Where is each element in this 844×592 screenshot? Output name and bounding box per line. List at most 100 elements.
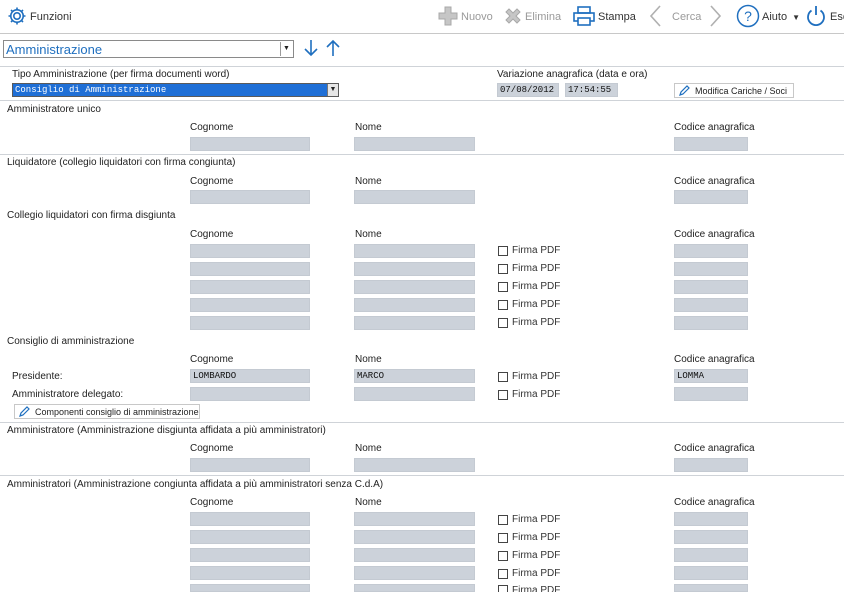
delegato-codice-field[interactable] [674, 387, 748, 401]
firma-pdf-checkbox[interactable]: Firma PDF [498, 263, 560, 274]
cognome-field[interactable] [190, 190, 310, 204]
nome-field[interactable] [354, 262, 475, 276]
firma-pdf-label: Firma PDF [512, 514, 561, 525]
cognome-field[interactable] [190, 244, 310, 258]
cognome-field[interactable] [190, 298, 310, 312]
nome-field[interactable] [354, 566, 475, 580]
codice-field[interactable] [674, 190, 748, 204]
esci-button[interactable]: Esc [804, 0, 844, 34]
checkbox-box[interactable] [498, 568, 508, 579]
power-icon [804, 4, 828, 31]
codice-field[interactable] [674, 458, 748, 472]
nome-field[interactable] [354, 190, 475, 204]
presidente-cognome-field[interactable]: LOMBARDO [190, 369, 310, 383]
nuovo-button[interactable]: Nuovo [437, 0, 493, 34]
checkbox-box[interactable] [498, 263, 508, 274]
nome-field[interactable] [354, 548, 475, 562]
firma-pdf-checkbox[interactable]: Firma PDF [498, 514, 560, 525]
tipo-select[interactable]: Consiglio di Amministrazione ▼ [12, 83, 339, 97]
checkbox-box[interactable] [498, 514, 508, 525]
checkbox-box[interactable] [498, 389, 508, 400]
codice-field[interactable] [674, 512, 748, 526]
elimina-button[interactable]: Elimina [503, 0, 561, 34]
delegato-nome-field[interactable] [354, 387, 475, 401]
modifica-cariche-button[interactable]: Modifica Cariche / Soci [674, 83, 794, 98]
divider [0, 66, 844, 67]
cognome-field[interactable] [190, 316, 310, 330]
cerca-button[interactable]: Cerca [648, 0, 723, 34]
cognome-field[interactable] [190, 262, 310, 276]
nome-field[interactable] [354, 458, 475, 472]
help-icon: ? [736, 4, 760, 31]
nome-field[interactable] [354, 316, 475, 330]
section-select[interactable]: Amministrazione ▼ [3, 40, 294, 58]
codice-field[interactable] [674, 262, 748, 276]
variazione-time-field[interactable]: 17:54:55 [565, 83, 618, 97]
cognome-field[interactable] [190, 137, 310, 151]
checkbox-box[interactable] [498, 532, 508, 543]
firma-pdf-checkbox[interactable]: Firma PDF [498, 568, 560, 579]
cerca-label: Cerca [672, 11, 702, 23]
liquidatore-title: Liquidatore (collegio liquidatori con fi… [7, 157, 236, 168]
arrow-up-icon[interactable] [325, 38, 341, 61]
cognome-field[interactable] [190, 530, 310, 544]
firma-pdf-checkbox[interactable]: Firma PDF [498, 389, 560, 400]
checkbox-box[interactable] [498, 245, 508, 256]
firma-pdf-checkbox[interactable]: Firma PDF [498, 532, 560, 543]
cognome-field[interactable] [190, 512, 310, 526]
checkbox-box[interactable] [498, 550, 508, 561]
firma-pdf-checkbox[interactable]: Firma PDF [498, 317, 560, 328]
arrow-down-icon[interactable] [303, 38, 319, 61]
checkbox-box[interactable] [498, 585, 508, 592]
variazione-date-field[interactable]: 07/08/2012 [497, 83, 559, 97]
codice-field[interactable] [674, 566, 748, 580]
nome-field[interactable] [354, 244, 475, 258]
nome-field[interactable] [354, 512, 475, 526]
codice-field[interactable] [674, 244, 748, 258]
variazione-label: Variazione anagrafica (data e ora) [497, 69, 648, 80]
firma-pdf-checkbox[interactable]: Firma PDF [498, 245, 560, 256]
cognome-field[interactable] [190, 458, 310, 472]
codice-field[interactable] [674, 280, 748, 294]
firma-pdf-checkbox[interactable]: Firma PDF [498, 299, 560, 310]
codice-field[interactable] [674, 298, 748, 312]
consiglio-title: Consiglio di amministrazione [7, 336, 135, 347]
nome-field[interactable] [354, 137, 475, 151]
gear-icon [6, 5, 28, 30]
nome-field[interactable] [354, 280, 475, 294]
firma-pdf-checkbox[interactable]: Firma PDF [498, 371, 560, 382]
cognome-field[interactable] [190, 566, 310, 580]
presidente-nome-field[interactable]: MARCO [354, 369, 475, 383]
nome-field[interactable] [354, 584, 475, 592]
componenti-consiglio-button[interactable]: Componenti consiglio di amministrazione [14, 404, 200, 419]
chevron-down-icon[interactable]: ▼ [280, 42, 292, 56]
codice-field[interactable] [674, 316, 748, 330]
pencil-icon [679, 84, 691, 98]
delegato-cognome-field[interactable] [190, 387, 310, 401]
col-codice: Codice anagrafica [674, 354, 755, 365]
cognome-field[interactable] [190, 548, 310, 562]
checkbox-box[interactable] [498, 299, 508, 310]
checkbox-box[interactable] [498, 371, 508, 382]
plus-icon [437, 5, 459, 30]
codice-field[interactable] [674, 137, 748, 151]
codice-field[interactable] [674, 584, 748, 592]
codice-field[interactable] [674, 548, 748, 562]
checkbox-box[interactable] [498, 281, 508, 292]
firma-pdf-checkbox[interactable]: Firma PDF [498, 550, 560, 561]
firma-pdf-checkbox[interactable]: Firma PDF [498, 281, 560, 292]
presidente-codice-field[interactable]: LOMMA [674, 369, 748, 383]
presidente-label: Presidente: [12, 371, 63, 382]
cognome-field[interactable] [190, 584, 310, 592]
aiuto-button[interactable]: ? Aiuto ▼ [736, 0, 800, 34]
chevron-down-icon[interactable]: ▼ [327, 84, 338, 96]
codice-field[interactable] [674, 530, 748, 544]
checkbox-box[interactable] [498, 317, 508, 328]
cognome-field[interactable] [190, 280, 310, 294]
firma-pdf-checkbox[interactable]: Firma PDF [498, 585, 560, 592]
nome-field[interactable] [354, 298, 475, 312]
stampa-button[interactable]: Stampa [572, 0, 636, 34]
nome-field[interactable] [354, 530, 475, 544]
funzioni-button[interactable]: Funzioni [6, 0, 72, 34]
col-cognome: Cognome [190, 354, 234, 365]
